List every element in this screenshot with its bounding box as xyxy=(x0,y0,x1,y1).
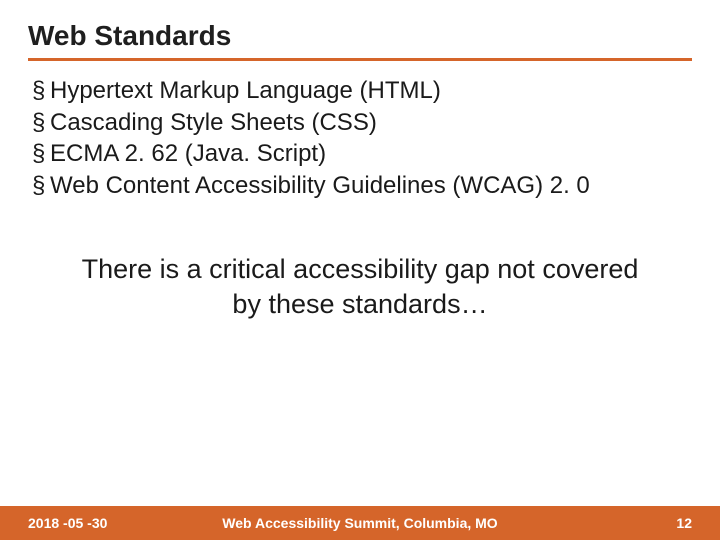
footer-event: Web Accessibility Summit, Columbia, MO xyxy=(222,515,497,531)
bullet-item: ECMA 2. 62 (Java. Script) xyxy=(32,138,692,170)
bullet-list: Hypertext Markup Language (HTML) Cascadi… xyxy=(28,75,692,202)
emphasis-text: There is a critical accessibility gap no… xyxy=(75,252,645,322)
bullet-item: Cascading Style Sheets (CSS) xyxy=(32,107,692,139)
bullet-item: Web Content Accessibility Guidelines (WC… xyxy=(32,170,692,202)
footer-date: 2018 -05 -30 xyxy=(28,515,107,531)
slide-title: Web Standards xyxy=(28,20,692,61)
slide: Web Standards Hypertext Markup Language … xyxy=(0,0,720,540)
footer-page-number: 12 xyxy=(676,515,692,531)
footer-bar: 2018 -05 -30 Web Accessibility Summit, C… xyxy=(0,506,720,540)
bullet-item: Hypertext Markup Language (HTML) xyxy=(32,75,692,107)
